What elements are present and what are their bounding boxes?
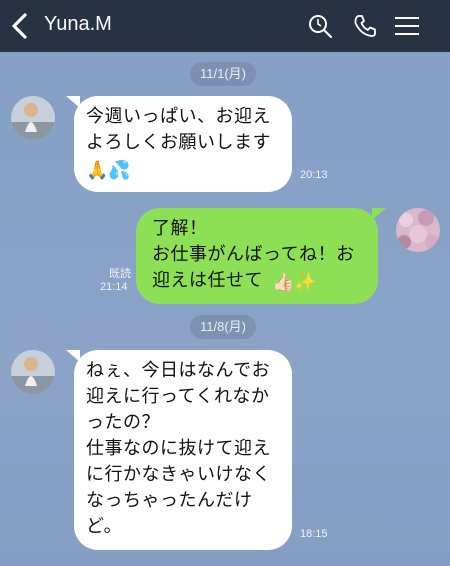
search-icon[interactable]	[306, 12, 334, 40]
message-time: 21:14	[100, 281, 128, 293]
message-text: 今週いっぱい、お迎え よろしくお願いします	[86, 106, 271, 153]
message-text: 了解！ お仕事がんばってね！お 迎えは任せて	[152, 218, 355, 291]
date-separator: 11/8(月)	[190, 315, 256, 339]
read-receipt: 既読	[109, 267, 131, 280]
avatar[interactable]	[11, 350, 55, 394]
chat-header: Yuna.M	[0, 0, 450, 52]
chat-area[interactable]: 11/1(月) 今週いっぱい、お迎え よろしくお願いします 🙏💦 20:13 既…	[0, 52, 450, 566]
message-time: 20:13	[300, 169, 328, 181]
chat-title[interactable]: Yuna.M	[44, 13, 112, 36]
date-separator: 11/1(月)	[190, 62, 256, 86]
message-text: ねぇ、今日はなんでお 迎えに行ってくれなか ったの？ 仕事なのに抜けて迎え に行…	[86, 360, 271, 537]
avatar[interactable]	[11, 96, 55, 140]
avatar[interactable]	[396, 208, 440, 252]
bubble-tail	[372, 208, 386, 220]
phone-icon[interactable]	[351, 12, 379, 40]
back-icon[interactable]	[8, 11, 32, 41]
message-bubble[interactable]: 了解！ お仕事がんばってね！お 迎えは任せて 👍🏻✨	[136, 208, 378, 304]
message-time: 18:15	[300, 528, 328, 540]
thumbs-up-sparkles-icon: 👍🏻✨	[272, 272, 317, 293]
praying-hands-icon: 🙏💦	[86, 160, 131, 181]
message-bubble[interactable]: 今週いっぱい、お迎え よろしくお願いします 🙏💦	[74, 96, 292, 192]
message-bubble[interactable]: ねぇ、今日はなんでお 迎えに行ってくれなか ったの？ 仕事なのに抜けて迎え に行…	[74, 350, 292, 550]
menu-icon[interactable]	[393, 12, 421, 40]
